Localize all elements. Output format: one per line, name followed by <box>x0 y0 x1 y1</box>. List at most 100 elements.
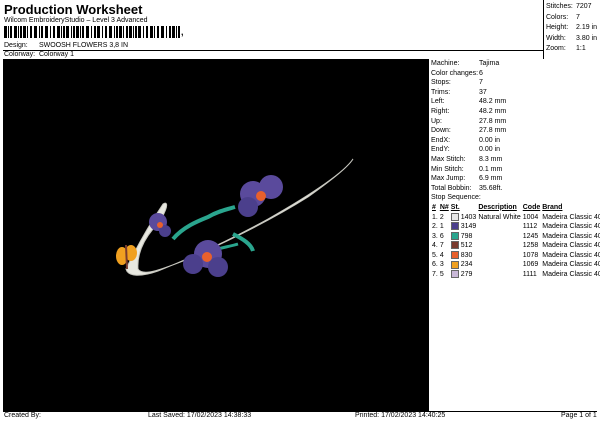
barcode-bar <box>91 26 92 38</box>
table-cell: Madeira Classic 40 <box>542 251 600 259</box>
info-value: 8.3 mm <box>479 155 503 163</box>
table-cell: 1112 <box>522 223 538 231</box>
barcode-bar <box>169 26 171 38</box>
info-row: Total Bobbin: 35.68ft. <box>431 184 600 194</box>
info-row: Color changes:6 <box>431 69 600 79</box>
page-number: Page 1 of 1 <box>561 412 597 419</box>
table-cell: Madeira Classic 40 <box>542 213 600 221</box>
barcode-bar <box>34 26 37 38</box>
table-cell: 7 <box>439 242 444 250</box>
stitch-cell: 234 <box>450 260 478 270</box>
barcode-bar <box>109 26 112 38</box>
flower-left <box>149 213 171 237</box>
design-barcode <box>4 26 180 38</box>
stats-divider <box>543 0 544 59</box>
column-header: Brand <box>542 203 563 211</box>
stitch-cell: 512 <box>450 241 478 251</box>
table-cell <box>477 241 521 251</box>
table-cell: Madeira Classic 40 <box>542 261 600 269</box>
table-row: 1. 2 1403 Natural White 1004 Madeira Classic… <box>431 212 600 223</box>
design-row: Design: SWOOSH FLOWERS 3,8 IN <box>4 42 128 49</box>
colorway-label: Colorway: <box>4 51 36 58</box>
color-swatch <box>450 212 459 221</box>
table-cell: 1 <box>439 223 444 231</box>
table-cell: 3 <box>439 261 444 269</box>
info-label: Up: <box>431 117 442 125</box>
info-value: Tajima <box>479 60 500 67</box>
stat-label: Zoom: <box>546 45 566 52</box>
barcode-bar <box>73 26 75 38</box>
info-value: 0.00 in <box>479 136 501 144</box>
footer-divider <box>3 411 597 412</box>
table-cell: 7. <box>432 271 438 279</box>
column-header: Code <box>522 203 541 211</box>
stat-row: Height: 2.19 in <box>546 23 597 34</box>
table-cell: 2 <box>439 213 444 221</box>
machine-info: Machine: Tajima Color changes:6 Stops: 7 Trim… <box>431 59 600 280</box>
colorway-value: Colorway 1 <box>38 51 74 58</box>
barcode-bar <box>4 26 7 38</box>
color-swatch <box>450 231 459 240</box>
barcode-bar <box>57 26 60 38</box>
info-row: Up: 27.8 mm <box>431 117 600 127</box>
info-label: Right: <box>431 107 450 115</box>
info-label: Machine: <box>431 60 460 67</box>
page-title: Production Worksheet <box>4 2 143 17</box>
barcode-bar <box>154 26 155 38</box>
stitch-cell: 279 <box>450 270 478 280</box>
info-value: 27.8 mm <box>479 117 507 125</box>
barcode-bar <box>71 26 72 38</box>
info-label: Total Bobbin: <box>431 184 472 192</box>
table-cell: 5. <box>432 251 438 259</box>
barcode-bar <box>45 26 48 38</box>
printed-date: Printed: 17/02/2023 14:40:25 <box>355 412 446 419</box>
divider <box>3 50 543 51</box>
table-cell: 1111 <box>522 271 537 279</box>
barcode-bar <box>129 26 132 38</box>
design-value: SWOOSH FLOWERS 3,8 IN <box>38 42 129 49</box>
stat-value: 2.19 in <box>576 24 598 31</box>
stat-row: Colors: 7 <box>546 13 597 24</box>
stitch-cell: 3149 <box>450 222 478 232</box>
barcode-bar <box>39 26 40 38</box>
color-swatch <box>450 270 459 279</box>
table-cell: Madeira Classic 40 <box>542 223 600 231</box>
table-cell: 4 <box>439 251 444 259</box>
stitch-cell: 830 <box>450 251 478 261</box>
column-header: Description <box>478 203 517 211</box>
info-row: Left: 48.2 mm <box>431 97 600 107</box>
table-cell: 6. <box>432 261 438 269</box>
info-row: Min Stitch: 0.1 mm <box>431 165 600 175</box>
barcode-bar <box>14 26 17 38</box>
stat-value: 1:1 <box>576 45 586 52</box>
barcode-bar <box>86 26 89 38</box>
stat-value: 7207 <box>576 3 592 10</box>
stat-label: Height: <box>546 24 569 31</box>
table-cell <box>477 222 521 232</box>
barcode-bar <box>8 26 9 38</box>
barcode-bar <box>105 26 107 38</box>
table-row: 5. 4 830 1078 Madeira Classic 40 <box>431 251 600 261</box>
table-cell: 5 <box>439 271 444 279</box>
info-value: 6 <box>479 69 483 77</box>
info-value: 35.68ft. <box>479 184 503 192</box>
barcode-bar <box>53 26 55 38</box>
info-value: 48.2 mm <box>479 98 507 106</box>
table-row: 3. 6 798 1245 Madeira Classic 40 <box>431 231 600 242</box>
barcode-bar <box>76 26 79 38</box>
barcode-bar <box>123 26 124 38</box>
table-cell: 4. <box>432 242 438 250</box>
info-row: Down: 27.8 mm <box>431 126 600 136</box>
info-row: Trims: 37 <box>431 88 600 98</box>
table-cell: 2. <box>432 223 438 231</box>
barcode-suffix: , <box>181 27 184 37</box>
barcode-bar <box>97 26 100 38</box>
flower-top-right <box>238 175 283 217</box>
table-cell: 6 <box>439 232 444 240</box>
barcode-bar <box>63 26 65 38</box>
stitch-cell: 798 <box>450 231 478 242</box>
info-row: Stops: 7 <box>431 78 600 88</box>
info-label: Trims: <box>431 88 451 96</box>
barcode-bar <box>80 26 81 38</box>
stat-row: Zoom: 1:1 <box>546 44 597 55</box>
